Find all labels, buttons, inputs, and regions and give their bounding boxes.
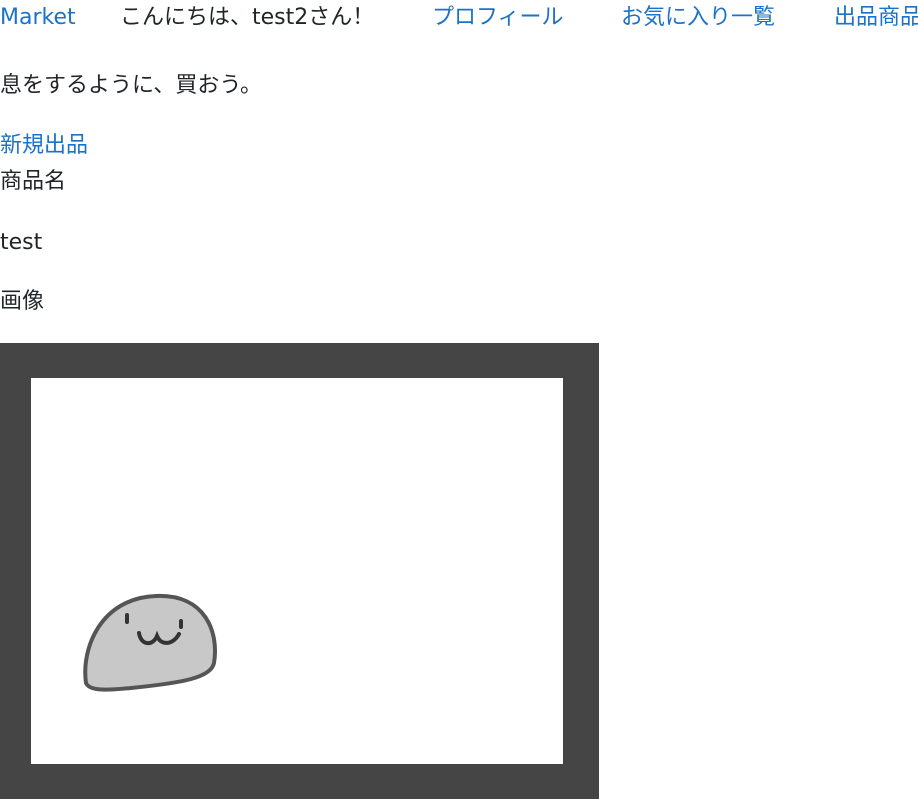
nav-listed-items-link[interactable]: 出品商品	[834, 0, 918, 36]
page: Market こんにちは、test2さん！ プロフィール お気に入り一覧 出品商…	[0, 0, 918, 799]
product-image-canvas	[31, 378, 563, 764]
nav-favorites-link[interactable]: お気に入り一覧	[621, 0, 775, 36]
product-image-label: 画像	[0, 289, 45, 314]
product-name-value: test	[0, 230, 43, 255]
new-listing-link[interactable]: 新規出品	[0, 130, 88, 162]
top-nav: Market こんにちは、test2さん！ プロフィール お気に入り一覧 出品商…	[0, 0, 918, 36]
nav-profile-link[interactable]: プロフィール	[432, 0, 564, 36]
product-image	[0, 343, 599, 799]
greeting-text: こんにちは、test2さん！	[120, 5, 375, 30]
blob-face-drawing-icon	[83, 593, 217, 692]
brand-link[interactable]: Market	[0, 0, 76, 36]
product-name-label: 商品名	[0, 169, 67, 194]
tagline: 息をするように、買おう。	[0, 73, 263, 98]
